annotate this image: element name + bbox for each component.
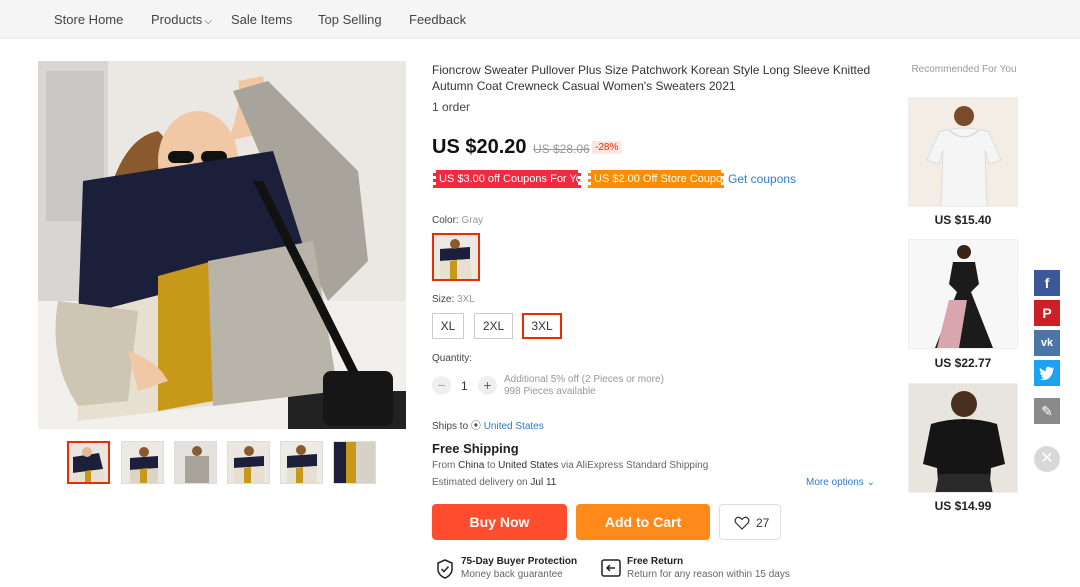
bulk-discount-note: Additional 5% off (2 Pieces or more) xyxy=(504,374,664,385)
size-value: 3XL xyxy=(457,294,475,305)
recommended-heading: Recommended For You xyxy=(911,64,1017,75)
size-option-xl[interactable]: XL xyxy=(432,313,464,339)
quantity-value[interactable]: 1 xyxy=(461,379,468,393)
quantity-label: Quantity: xyxy=(432,353,473,364)
discount-badge: -28% xyxy=(592,141,622,154)
location-pin-icon: ⦿ xyxy=(470,421,481,432)
pinterest-icon[interactable]: P xyxy=(1034,300,1060,326)
add-to-cart-button[interactable]: Add to Cart xyxy=(576,504,710,540)
recommended-price-3: US $14.99 xyxy=(934,499,992,513)
shipping-method: via AliExpress Standard Shipping xyxy=(561,460,709,471)
quantity-increment-button[interactable]: + xyxy=(478,376,497,395)
thumbnail-5[interactable] xyxy=(280,441,323,484)
chevron-down-icon: ⌵ xyxy=(204,16,212,27)
thumbnail-image xyxy=(281,442,322,483)
size-option-3xl[interactable]: 3XL xyxy=(522,313,562,339)
return-icon xyxy=(601,559,621,577)
delivery-date: Jul 11 xyxy=(530,477,557,488)
size-label: Size: 3XL xyxy=(432,294,475,305)
recommended-item-2[interactable] xyxy=(908,239,1018,349)
ship-from: China xyxy=(458,460,485,471)
recommended-item-1[interactable] xyxy=(908,97,1018,207)
quantity-note: Additional 5% off (2 Pieces or more) 998… xyxy=(504,374,664,398)
recommended-price-2: US $22.77 xyxy=(934,356,992,370)
nav-store-home[interactable]: Store Home xyxy=(54,12,123,27)
chevron-down-icon: ⌄ xyxy=(866,477,875,488)
coupon-3-off[interactable]: US $3.00 off Coupons For You xyxy=(433,170,588,188)
return-subtitle: Return for any reason within 15 days xyxy=(627,569,790,580)
protection-subtitle: Money back guarantee xyxy=(461,569,563,580)
ship-to: United States xyxy=(498,460,559,471)
ships-to-country[interactable]: United States xyxy=(484,421,544,432)
estimated-delivery: Estimated delivery on Jul 11 xyxy=(432,477,556,488)
nav-products[interactable]: Products ⌵ xyxy=(151,12,212,27)
color-value: Gray xyxy=(461,215,484,226)
nav-top-selling[interactable]: Top Selling xyxy=(318,12,382,27)
color-label-text: Color: xyxy=(432,215,459,226)
thumbnail-2[interactable] xyxy=(121,441,164,484)
nav-sale-items[interactable]: Sale Items xyxy=(231,12,292,27)
wishlist-count: 27 xyxy=(756,516,770,530)
main-product-image[interactable] xyxy=(38,61,406,429)
stock-available: 998 Pieces available xyxy=(504,386,596,397)
facebook-icon[interactable]: f xyxy=(1034,270,1060,296)
nav-products-label: Products xyxy=(151,12,203,27)
recommended-image xyxy=(909,384,1017,492)
model-photo xyxy=(38,61,406,429)
heart-icon xyxy=(734,516,750,530)
size-label-text: Size: xyxy=(432,294,455,305)
store-nav: Store Home Products ⌵ Sale Items Top Sell… xyxy=(0,0,1080,39)
recommended-item-3[interactable] xyxy=(908,383,1018,493)
quantity-decrement-button[interactable]: − xyxy=(432,376,451,395)
thumbnail-image xyxy=(228,442,269,483)
get-coupons-link[interactable]: Get coupons xyxy=(728,172,796,186)
ships-to-label: Ships to xyxy=(432,421,469,432)
vk-icon[interactable]: vk xyxy=(1034,330,1060,356)
more-options-label: More options xyxy=(806,477,864,488)
thumbnail-1[interactable] xyxy=(67,441,110,484)
delivery-label: Estimated delivery on xyxy=(432,477,528,488)
thumbnail-4[interactable] xyxy=(227,441,270,484)
nav-feedback[interactable]: Feedback xyxy=(409,12,466,27)
thumbnail-image xyxy=(122,442,163,483)
close-icon[interactable]: ✕ xyxy=(1034,446,1060,472)
shield-check-icon xyxy=(437,559,453,579)
twitter-icon[interactable] xyxy=(1034,360,1060,386)
original-price: US $28.06 xyxy=(533,142,590,156)
from-prefix: From xyxy=(432,460,456,471)
to-prefix: to xyxy=(487,460,496,471)
order-count: 1 order xyxy=(432,100,471,114)
product-title: Fioncrow Sweater Pullover Plus Size Patc… xyxy=(432,63,871,93)
more-shipping-options[interactable]: More options ⌄ xyxy=(806,477,875,488)
shipping-route: From China to United States via AliExpre… xyxy=(432,460,708,471)
color-label: Color: Gray xyxy=(432,215,483,226)
ships-to: Ships to ⦿ United States xyxy=(432,417,544,432)
thumbnail-image xyxy=(69,443,108,482)
twitter-bird-glyph xyxy=(1039,366,1054,380)
coupon-2-off[interactable]: US $2.00 Off Store Coupon xyxy=(588,170,728,188)
thumbnail-6[interactable] xyxy=(333,441,376,484)
edit-icon[interactable]: ✎ xyxy=(1034,398,1060,424)
thumbnail-image xyxy=(334,442,375,483)
buy-now-button[interactable]: Buy Now xyxy=(432,504,567,540)
free-shipping-title: Free Shipping xyxy=(432,441,519,456)
thumbnail-3[interactable] xyxy=(174,441,217,484)
recommended-image xyxy=(909,240,1017,348)
thumbnail-image xyxy=(175,442,216,483)
current-price: US $20.20 xyxy=(432,136,527,158)
recommended-image xyxy=(909,98,1017,206)
wishlist-button[interactable]: 27 xyxy=(719,504,781,540)
protection-title: 75-Day Buyer Protection xyxy=(461,556,578,567)
thumbnail-strip xyxy=(67,441,379,487)
return-title: Free Return xyxy=(627,556,684,567)
swatch-image xyxy=(434,235,478,279)
recommended-price-1: US $15.40 xyxy=(934,213,992,227)
color-swatch-gray[interactable] xyxy=(432,233,480,281)
size-option-2xl[interactable]: 2XL xyxy=(474,313,513,339)
